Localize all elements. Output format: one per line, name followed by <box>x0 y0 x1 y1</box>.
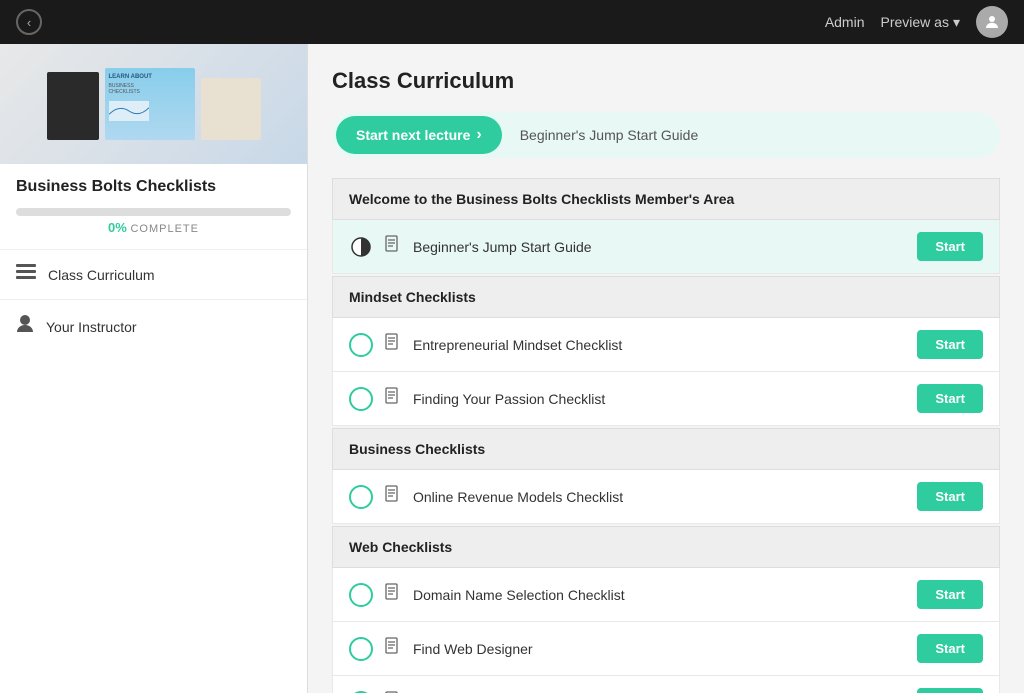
lecture-start-button[interactable]: Start <box>917 482 983 511</box>
lecture-start-button[interactable]: Start <box>917 384 983 413</box>
back-button[interactable]: ‹ <box>16 9 42 35</box>
document-icon <box>385 235 401 258</box>
section-header-welcome: Welcome to the Business Bolts Checklists… <box>332 178 1000 220</box>
section-header-business: Business Checklists <box>332 428 1000 470</box>
lecture-start-button[interactable]: Start <box>917 634 983 663</box>
curriculum-icon <box>16 264 36 285</box>
document-icon <box>385 387 401 410</box>
lecture-start-button[interactable]: Start <box>917 232 983 261</box>
document-icon <box>385 485 401 508</box>
curriculum-section-business: Business ChecklistsOnline Revenue Models… <box>332 428 1000 524</box>
sidebar: LEARN ABOUT BUSINESS CHECKLISTS Business… <box>0 44 308 693</box>
lecture-title: Online Revenue Models Checklist <box>413 489 905 505</box>
lecture-title: Find Web Designer <box>413 641 905 657</box>
lecture-start-button[interactable]: Start <box>917 330 983 359</box>
circle-check-icon <box>349 637 373 661</box>
lecture-title: Entrepreneurial Mindset Checklist <box>413 337 905 353</box>
thumbnail-book3 <box>201 78 261 140</box>
progress-wrap: 0% COMPLETE <box>0 200 307 239</box>
top-navigation: ‹ Admin Preview as ▾ <box>0 0 1024 44</box>
sidebar-item-class-curriculum[interactable]: Class Curriculum <box>0 249 307 299</box>
nav-right: Admin Preview as ▾ <box>825 6 1008 38</box>
sidebar-nav: Class Curriculum Your Instructor <box>0 249 307 353</box>
circle-check-icon <box>349 485 373 509</box>
thumbnail-book2: LEARN ABOUT BUSINESS CHECKLISTS <box>105 68 195 140</box>
lecture-title: Beginner's Jump Start Guide <box>413 239 905 255</box>
next-lecture-title: Beginner's Jump Start Guide <box>502 127 717 143</box>
course-title: Business Bolts Checklists <box>0 164 307 200</box>
nav-left: ‹ <box>16 9 42 35</box>
admin-label[interactable]: Admin <box>825 14 865 30</box>
lecture-row: Find Web Designer Start <box>332 622 1000 676</box>
sidebar-item-instructor[interactable]: Your Instructor <box>0 299 307 353</box>
curriculum-container: Welcome to the Business Bolts Checklists… <box>332 178 1000 693</box>
lecture-row: Online Revenue Models Checklist Start <box>332 470 1000 524</box>
section-header-mindset: Mindset Checklists <box>332 276 1000 318</box>
curriculum-section-mindset: Mindset ChecklistsEntrepreneurial Mindse… <box>332 276 1000 426</box>
lecture-row: WordPress Installation ChecklistStart <box>332 676 1000 693</box>
start-next-lecture-button[interactable]: Start next lecture › <box>336 116 502 154</box>
curriculum-section-web: Web ChecklistsDomain Name Selection Chec… <box>332 526 1000 693</box>
progress-label: COMPLETE <box>130 223 199 235</box>
section-header-web: Web Checklists <box>332 526 1000 568</box>
circle-check-icon <box>349 387 373 411</box>
lecture-start-button[interactable]: Start <box>917 580 983 609</box>
main-layout: LEARN ABOUT BUSINESS CHECKLISTS Business… <box>0 44 1024 693</box>
lecture-title: Finding Your Passion Checklist <box>413 391 905 407</box>
document-icon <box>385 583 401 606</box>
progress-bar-background <box>16 208 291 216</box>
user-avatar[interactable] <box>976 6 1008 38</box>
document-icon <box>385 637 401 660</box>
progress-text: 0% COMPLETE <box>16 220 291 235</box>
circle-check-icon <box>349 583 373 607</box>
half-circle-icon <box>349 235 373 259</box>
preview-as-button[interactable]: Preview as ▾ <box>881 14 961 31</box>
start-btn-label: Start next lecture <box>356 127 470 143</box>
content-inner: Class Curriculum Start next lecture › Be… <box>308 44 1024 693</box>
start-lecture-bar: Start next lecture › Beginner's Jump Sta… <box>332 112 1000 158</box>
course-thumbnail: LEARN ABOUT BUSINESS CHECKLISTS <box>0 44 307 164</box>
progress-percent: 0% <box>108 220 127 235</box>
document-icon <box>385 333 401 356</box>
sidebar-item-label-curriculum: Class Curriculum <box>48 267 155 283</box>
lecture-title: Domain Name Selection Checklist <box>413 587 905 603</box>
lecture-start-button[interactable]: Start <box>917 688 983 693</box>
lecture-row: Finding Your Passion Checklist Start <box>332 372 1000 426</box>
circle-check-icon <box>349 333 373 357</box>
instructor-icon <box>16 314 34 339</box>
sidebar-item-label-instructor: Your Instructor <box>46 319 137 335</box>
lecture-row: Entrepreneurial Mindset Checklist Start <box>332 318 1000 372</box>
main-content: Class Curriculum Start next lecture › Be… <box>308 44 1024 693</box>
lecture-row: Domain Name Selection Checklist Start <box>332 568 1000 622</box>
thumbnail-book1 <box>47 72 99 140</box>
curriculum-section-welcome: Welcome to the Business Bolts Checklists… <box>332 178 1000 274</box>
lecture-row: Beginner's Jump Start Guide Start <box>332 220 1000 274</box>
page-title: Class Curriculum <box>332 68 1000 94</box>
start-btn-arrow: › <box>476 126 481 144</box>
